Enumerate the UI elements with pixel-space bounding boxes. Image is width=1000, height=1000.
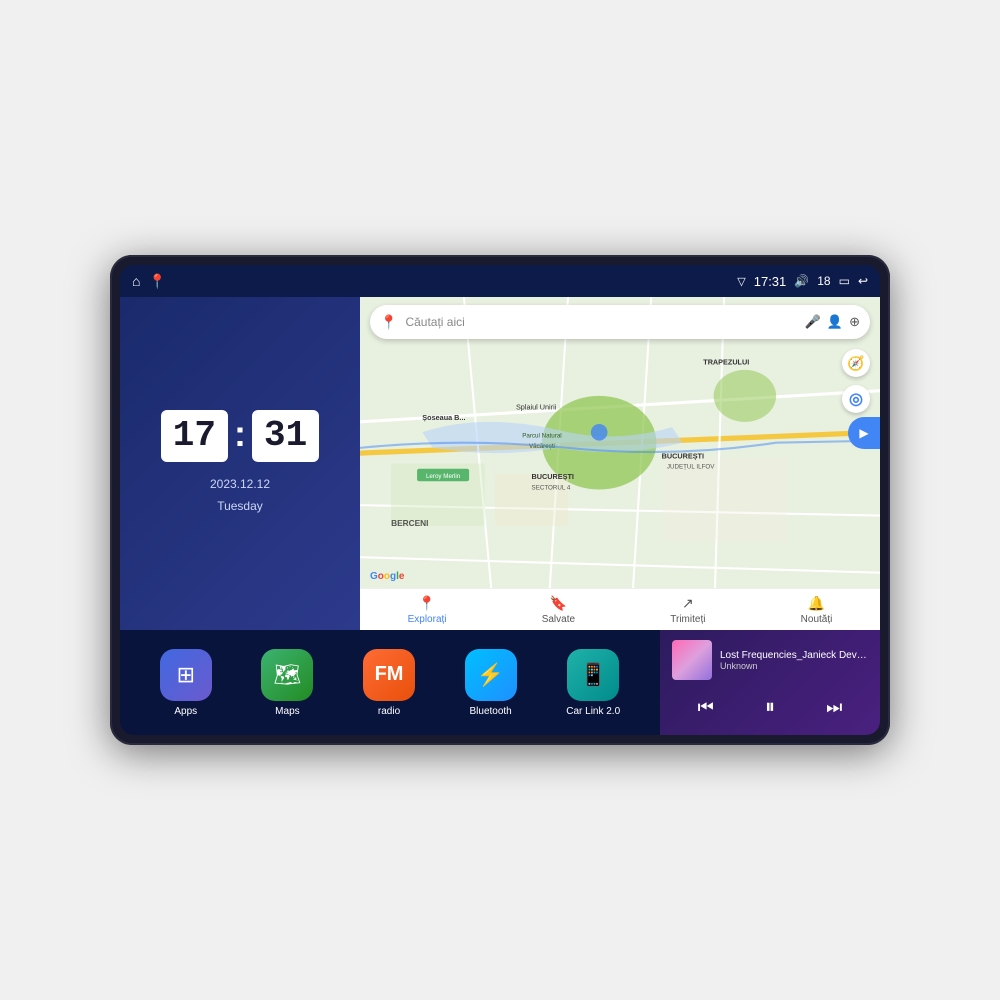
map-nav-bar: 📍 Explorați 🔖 Salvate ↗ Trimiteți	[360, 588, 880, 630]
map-nav-share[interactable]: ↗ Trimiteți	[670, 595, 705, 625]
maps-status-icon[interactable]: 📍	[148, 273, 165, 290]
screen: ⌂ 📍 ▽ 17:31 🔊 18 ▭ ↩ 17 :	[120, 265, 880, 735]
music-player: Lost Frequencies_Janieck Devy-... Unknow…	[660, 630, 880, 735]
clock-hours: 17	[161, 410, 228, 462]
saved-label: Salvate	[542, 614, 575, 625]
back-icon[interactable]: ↩	[858, 274, 868, 288]
carlink-icon-symbol: 📱	[579, 662, 606, 688]
maps-icon-symbol: 🗺	[273, 662, 301, 688]
signal-icon: ▽	[737, 275, 745, 288]
main-content: 17 : 31 2023.12.12 Tuesday	[120, 297, 880, 735]
map-svg: Șoseaua B... Splaiul Unirii BUCUREȘTI SE…	[360, 297, 880, 630]
compass-button[interactable]: 🧭	[842, 349, 870, 377]
bluetooth-icon-bg: ⚡	[465, 649, 517, 701]
mic-icon[interactable]: 🎤	[805, 314, 821, 330]
svg-text:Șoseaua B...: Șoseaua B...	[422, 413, 465, 422]
svg-text:Splaiul Unirii: Splaiul Unirii	[516, 402, 557, 411]
radio-icon-bg: FM	[363, 649, 415, 701]
clock-date: 2023.12.12 Tuesday	[210, 474, 270, 517]
maps-pin-icon: 📍	[380, 314, 397, 331]
svg-text:JUDEȚUL ILFOV: JUDEȚUL ILFOV	[667, 464, 715, 471]
news-icon: 🔔	[808, 595, 825, 612]
apps-icon-symbol: ⊞	[177, 662, 195, 688]
explore-icon: 📍	[418, 595, 435, 612]
play-pause-button[interactable]: ⏸	[757, 692, 783, 723]
app-icon-apps[interactable]: ⊞ Apps	[160, 649, 212, 717]
top-section: 17 : 31 2023.12.12 Tuesday	[120, 297, 880, 630]
app-icon-radio[interactable]: FM radio	[363, 649, 415, 717]
apps-label: Apps	[174, 706, 197, 717]
status-bar: ⌂ 📍 ▽ 17:31 🔊 18 ▭ ↩	[120, 265, 880, 297]
maps-icon-bg: 🗺	[261, 649, 313, 701]
svg-text:SECTORUL 4: SECTORUL 4	[532, 485, 571, 492]
device-frame: ⌂ 📍 ▽ 17:31 🔊 18 ▭ ↩ 17 :	[110, 255, 890, 745]
map-search-placeholder[interactable]: Căutați aici	[405, 315, 796, 329]
svg-text:Leroy Merlin: Leroy Merlin	[426, 473, 461, 480]
news-label: Noutăți	[801, 614, 833, 625]
app-icon-maps[interactable]: 🗺 Maps	[261, 649, 313, 717]
layers-icon[interactable]: ⊕	[849, 314, 860, 330]
map-nav-saved[interactable]: 🔖 Salvate	[542, 595, 575, 625]
nav-start-button[interactable]: ▶	[848, 417, 880, 449]
bluetooth-label: Bluetooth	[469, 706, 511, 717]
prev-button[interactable]: ⏮	[690, 693, 722, 722]
maps-label: Maps	[275, 706, 299, 717]
explore-label: Explorați	[408, 614, 447, 625]
app-icons-area: ⊞ Apps 🗺 Maps FM radio	[120, 630, 660, 735]
clock-minutes: 31	[252, 410, 319, 462]
music-controls: ⏮ ⏸ ⏭	[672, 688, 868, 723]
album-art	[672, 640, 712, 680]
next-button[interactable]: ⏭	[818, 693, 850, 722]
share-icon: ↗	[682, 595, 694, 612]
map-nav-news[interactable]: 🔔 Noutăți	[801, 595, 833, 625]
bluetooth-icon-symbol: ⚡	[477, 662, 504, 688]
map-search-bar[interactable]: 📍 Căutați aici 🎤 👤 ⊕	[370, 305, 870, 339]
radio-label: radio	[378, 706, 400, 717]
carlink-label: Car Link 2.0	[566, 706, 620, 717]
saved-icon: 🔖	[550, 595, 567, 612]
clock-colon: :	[234, 413, 246, 455]
share-label: Trimiteți	[670, 614, 705, 625]
status-left-icons: ⌂ 📍	[132, 273, 166, 290]
clock-display: 17 : 31	[161, 410, 319, 462]
music-title: Lost Frequencies_Janieck Devy-...	[720, 650, 868, 661]
battery-icon: ▭	[839, 274, 850, 288]
svg-text:Parcul Natural: Parcul Natural	[522, 432, 562, 439]
music-info: Lost Frequencies_Janieck Devy-... Unknow…	[720, 650, 868, 671]
svg-text:BUCUREȘTI: BUCUREȘTI	[532, 472, 574, 481]
status-time: 17:31	[754, 274, 787, 289]
svg-text:TRAPEZULUI: TRAPEZULUI	[703, 358, 749, 367]
google-logo: Google	[370, 571, 404, 582]
music-top: Lost Frequencies_Janieck Devy-... Unknow…	[672, 640, 868, 680]
account-icon[interactable]: 👤	[827, 314, 843, 330]
map-nav-explore[interactable]: 📍 Explorați	[408, 595, 447, 625]
apps-icon-bg: ⊞	[160, 649, 212, 701]
status-right-info: ▽ 17:31 🔊 18 ▭ ↩	[737, 274, 868, 289]
clock-panel: 17 : 31 2023.12.12 Tuesday	[120, 297, 360, 630]
map-panel[interactable]: Șoseaua B... Splaiul Unirii BUCUREȘTI SE…	[360, 297, 880, 630]
volume-icon: 🔊	[794, 274, 809, 288]
volume-level: 18	[817, 274, 830, 288]
album-art-image	[672, 640, 712, 680]
carlink-icon-bg: 📱	[567, 649, 619, 701]
svg-text:BERCENI: BERCENI	[391, 518, 428, 528]
radio-icon-symbol: FM	[375, 663, 404, 686]
music-artist: Unknown	[720, 661, 868, 671]
location-button[interactable]: ◎	[842, 385, 870, 413]
app-icon-bluetooth[interactable]: ⚡ Bluetooth	[465, 649, 517, 717]
bottom-section: ⊞ Apps 🗺 Maps FM radio	[120, 630, 880, 735]
app-icon-carlink[interactable]: 📱 Car Link 2.0	[566, 649, 620, 717]
home-icon[interactable]: ⌂	[132, 273, 140, 289]
map-search-actions: 🎤 👤 ⊕	[805, 314, 860, 330]
map-inner: Șoseaua B... Splaiul Unirii BUCUREȘTI SE…	[360, 297, 880, 630]
